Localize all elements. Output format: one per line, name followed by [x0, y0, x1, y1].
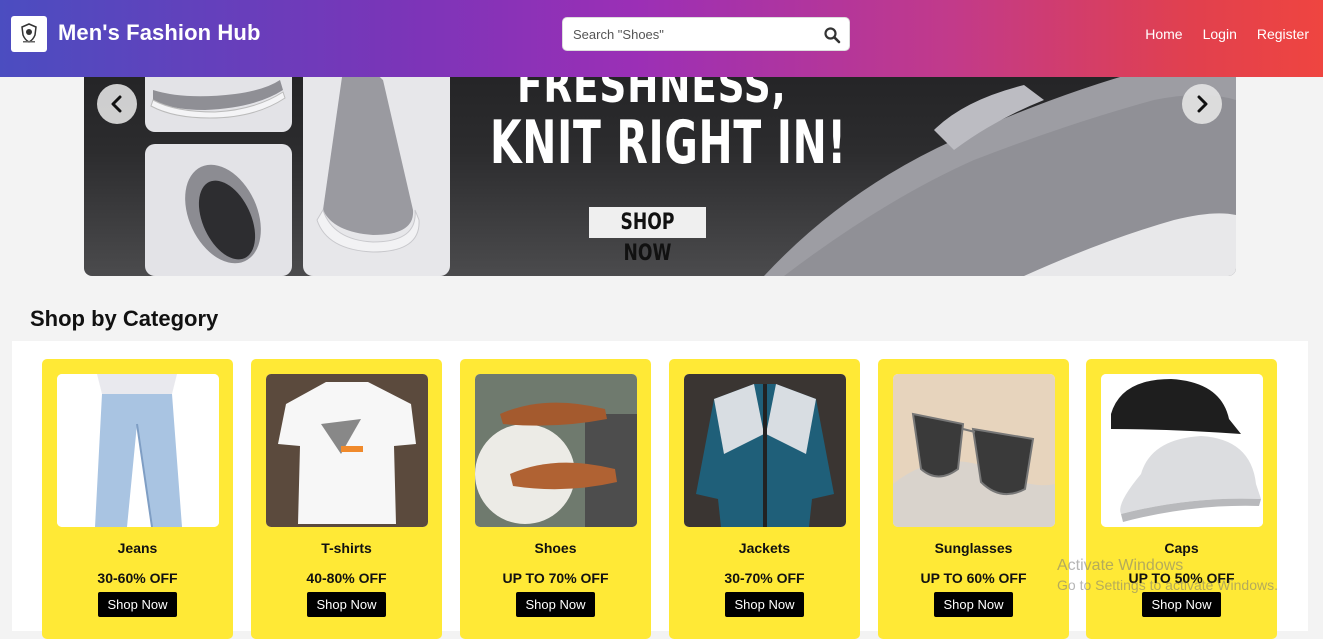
category-name: Jeans	[117, 540, 158, 556]
shop-now-button-sunglasses[interactable]: Shop Now	[933, 592, 1014, 617]
category-name: Sunglasses	[934, 540, 1013, 556]
shop-now-button-shoes[interactable]: Shop Now	[515, 592, 596, 617]
category-offer: UP TO 60% OFF	[920, 570, 1027, 586]
search-icon[interactable]	[823, 26, 841, 44]
shop-now-button-tshirts[interactable]: Shop Now	[306, 592, 387, 617]
category-card-sunglasses[interactable]: Sunglasses UP TO 60% OFF Shop Now	[878, 359, 1069, 639]
category-image-tshirts	[266, 374, 428, 527]
chevron-left-icon	[111, 95, 122, 113]
banner-shoe-sole-image	[145, 144, 292, 276]
category-card-jackets[interactable]: Jackets 30-70% OFF Shop Now	[669, 359, 860, 639]
category-offer: UP TO 50% OFF	[1128, 570, 1235, 586]
category-card-shoes[interactable]: Shoes UP TO 70% OFF Shop Now	[460, 359, 651, 639]
category-image-shoes	[475, 374, 637, 527]
category-image-jeans	[57, 374, 219, 527]
category-card-tshirts[interactable]: T-shirts 40-80% OFF Shop Now	[251, 359, 442, 639]
nav-links: Home Login Register	[1145, 26, 1309, 42]
shop-now-button-caps[interactable]: Shop Now	[1141, 592, 1222, 617]
navbar: Men's Fashion Hub Home Login Register	[0, 0, 1323, 77]
banner-shop-now-button[interactable]: SHOP NOW	[589, 207, 706, 266]
search-input[interactable]	[573, 18, 813, 50]
search-bar	[562, 17, 850, 51]
category-section-title: Shop by Category	[30, 306, 219, 331]
logo[interactable]	[11, 16, 47, 52]
chevron-right-icon	[1197, 95, 1208, 113]
category-card-jeans[interactable]: Jeans 30-60% OFF Shop Now	[42, 359, 233, 639]
nav-link-login[interactable]: Login	[1203, 26, 1237, 42]
category-card-caps[interactable]: Caps UP TO 50% OFF Shop Now	[1086, 359, 1277, 639]
category-image-sunglasses	[893, 374, 1055, 527]
category-name: Shoes	[534, 540, 577, 556]
category-image-caps	[1101, 374, 1263, 527]
brand-title[interactable]: Men's Fashion Hub	[58, 20, 261, 46]
banner-shoe-front-image	[303, 60, 450, 276]
banner-cta-label: SHOP NOW	[620, 210, 675, 266]
category-offer: 30-70% OFF	[724, 570, 805, 586]
category-name: Jackets	[738, 540, 791, 556]
category-image-jackets	[684, 374, 846, 527]
category-offer: 40-80% OFF	[306, 570, 387, 586]
category-name: Caps	[1164, 540, 1199, 556]
category-offer: UP TO 70% OFF	[502, 570, 609, 586]
category-grid: Jeans 30-60% OFF Shop Now T-shirts 40-80…	[12, 341, 1308, 639]
nav-link-register[interactable]: Register	[1257, 26, 1309, 42]
shield-crest-icon	[21, 23, 37, 43]
carousel-next-button[interactable]	[1182, 84, 1222, 124]
category-name: T-shirts	[321, 540, 372, 556]
shop-now-button-jackets[interactable]: Shop Now	[724, 592, 805, 617]
carousel-prev-button[interactable]	[97, 84, 137, 124]
category-offer: 30-60% OFF	[97, 570, 178, 586]
nav-link-home[interactable]: Home	[1145, 26, 1182, 42]
shop-now-button-jeans[interactable]: Shop Now	[97, 592, 178, 617]
